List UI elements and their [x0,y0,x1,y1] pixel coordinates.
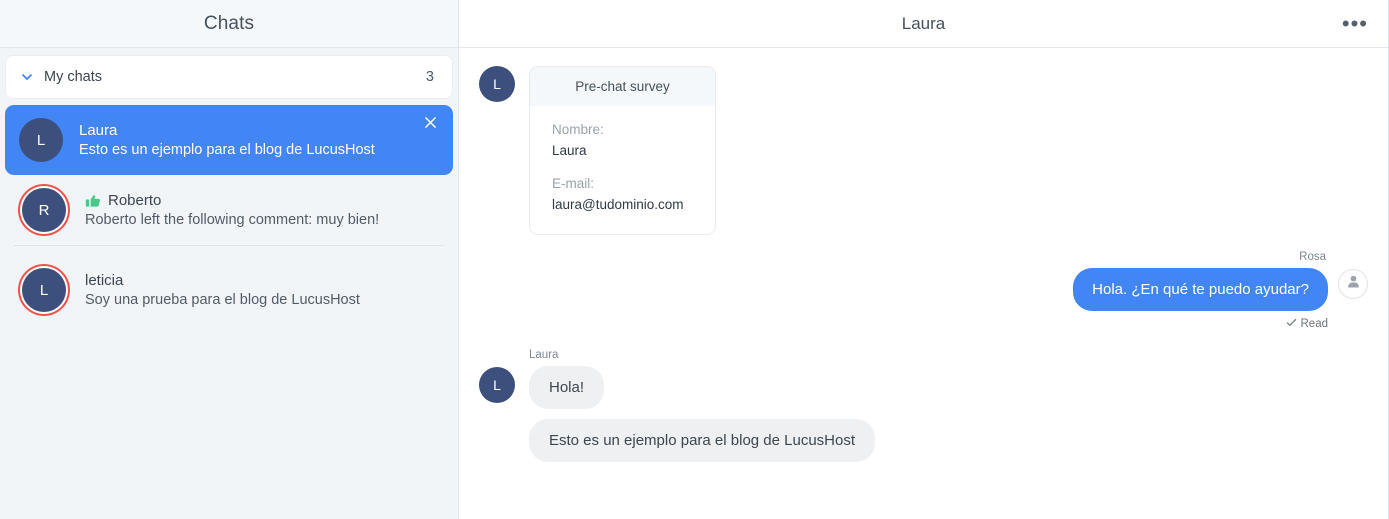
chevron-down-icon[interactable] [19,69,35,85]
message-read-status: Read [1286,317,1329,331]
incoming-message-block: L Laura Hola! Esto es un ejemplo para el… [479,349,1368,462]
avatar-initial: L [39,281,49,299]
page-title: Laura [901,13,946,33]
message-bubble-outgoing: Hola. ¿En qué te puedo ayudar? [1073,268,1328,311]
avatar: L [479,367,515,403]
chat-item-text: leticia Soy una prueba para el blog de L… [85,272,439,308]
survey-field-label: Nombre: [552,122,604,137]
person-icon [1345,273,1362,295]
more-options-icon[interactable]: ••• [1340,12,1370,34]
survey-field-nombre: Nombre: Laura [552,122,693,158]
message-sender-label: Laura [529,349,559,361]
pre-chat-survey-row: L Pre-chat survey Nombre: Laura E-mail: … [479,66,1368,235]
my-chats-group-toggle[interactable]: My chats 3 [6,56,452,98]
chat-item-text: Roberto Roberto left the following comme… [85,192,439,228]
chat-item-preview: Soy una prueba para el blog de LucusHost [85,292,360,308]
chat-item-preview: Esto es un ejemplo para el blog de Lucus… [79,142,375,158]
chat-item-text: Laura Esto es un ejemplo para el blog de… [79,122,439,158]
chat-item-name: leticia [85,272,124,289]
message-bubble-incoming: Hola! [529,366,605,409]
my-chats-section: My chats 3 [0,48,458,98]
my-chats-count: 3 [425,69,434,85]
survey-field-value: laura@tudominio.com [552,197,684,212]
avatar-initial: L [493,76,501,92]
chat-item-name: Laura [79,122,118,139]
pre-chat-survey-body: Nombre: Laura E-mail: laura@tudominio.co… [530,106,715,234]
pre-chat-survey-title: Pre-chat survey [530,67,715,106]
sidebar-title: Chats [203,12,255,34]
avatar: L [19,118,63,162]
my-chats-label: My chats [44,69,103,85]
chat-item-preview: Roberto left the following comment: muy … [85,212,380,228]
message-sender-label: Rosa [1299,251,1326,263]
pre-chat-survey-card: Pre-chat survey Nombre: Laura E-mail: la… [529,66,716,235]
chat-item-name-row: Laura [79,122,439,139]
avatar-initial: L [36,131,46,149]
thumbs-up-icon [85,193,101,209]
chat-list-item-leticia[interactable]: L leticia Soy una prueba para el blog de… [5,255,453,325]
chat-sidebar: Chats My chats 3 L Laura Esto es un ejem… [0,0,459,519]
survey-field-email: E-mail: laura@tudominio.com [552,176,693,212]
survey-field-label: E-mail: [552,176,595,191]
chat-list: L Laura Esto es un ejemplo para el blog … [0,105,458,519]
avatar-initial: R [38,201,50,219]
avatar: R [22,188,66,232]
chat-main-panel: Laura ••• L Pre-chat survey Nombre: Laur… [459,0,1389,519]
sidebar-header: Chats [0,0,458,48]
avatar: L [479,66,515,102]
outgoing-message-block: Rosa Hola. ¿En qué te puedo ayudar? Read [479,251,1368,331]
chat-application: Chats My chats 3 L Laura Esto es un ejem… [0,0,1389,519]
survey-field-value: Laura [552,143,587,158]
close-icon[interactable] [421,113,439,131]
chat-item-name-row: Roberto [85,192,439,209]
agent-avatar [1338,269,1368,299]
chat-list-item-roberto[interactable]: R Roberto Roberto left the following com… [5,175,453,246]
outgoing-message-column: Rosa Hola. ¿En qué te puedo ayudar? Read [1073,251,1328,331]
incoming-message-column: Laura Hola! Esto es un ejemplo para el b… [529,349,876,462]
read-status-label: Read [1300,318,1329,330]
chat-list-item-laura[interactable]: L Laura Esto es un ejemplo para el blog … [5,105,453,175]
message-thread: L Pre-chat survey Nombre: Laura E-mail: … [459,48,1388,519]
avatar-initial: L [493,377,501,393]
message-bubble-incoming: Esto es un ejemplo para el blog de Lucus… [529,419,876,462]
avatar: L [22,268,66,312]
chat-header: Laura ••• [459,0,1388,48]
chat-item-name: Roberto [108,192,162,209]
check-icon [1286,317,1297,331]
chat-item-name-row: leticia [85,272,439,289]
